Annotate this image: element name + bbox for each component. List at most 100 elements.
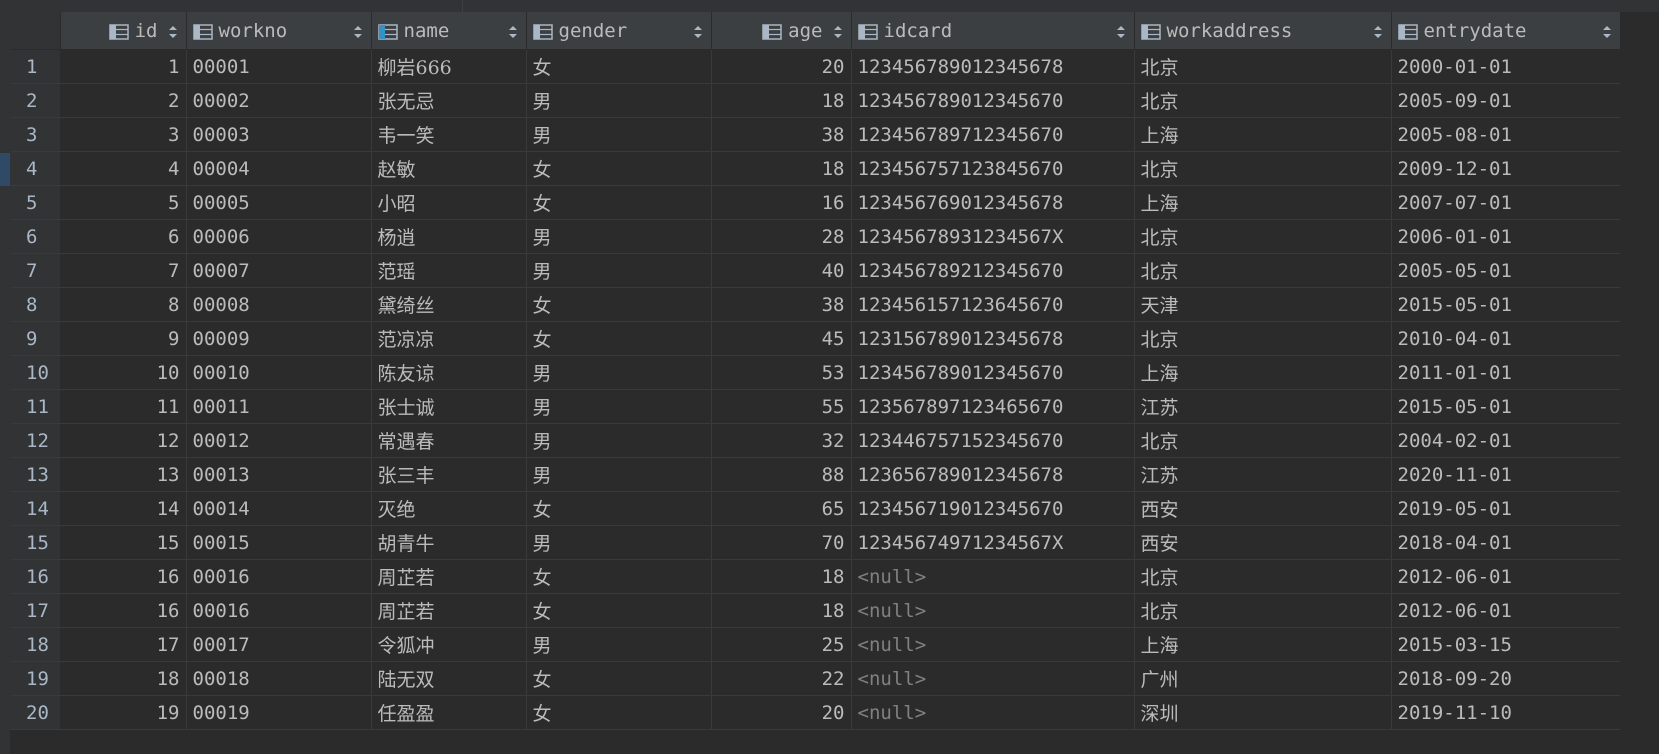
cell-entrydate[interactable]: 2015-05-01 [1391, 287, 1620, 322]
table-row[interactable]: 4 4 00004 赵敏女 18 123456757123845670 北京 2009-12-… [10, 151, 1620, 186]
cell-workaddress[interactable]: 江苏 [1134, 389, 1392, 424]
cell-workaddress[interactable]: 广州 [1134, 661, 1392, 696]
cell-entrydate[interactable]: 2018-09-20 [1391, 661, 1620, 696]
table-row[interactable]: 19 18 00018 陆无双女 22 <null> 广州 2018-09-20 [10, 661, 1620, 696]
cell-idcard[interactable]: 123446757152345670 [851, 423, 1135, 458]
table-row[interactable]: 11 11 00011 张士诚男 55 123567897123465670 江苏 2015-… [10, 389, 1620, 424]
cell-workno[interactable]: 00006 [186, 219, 372, 254]
table-row[interactable]: 16 16 00016 周芷若女 18 <null> 北京 2012-06-01 [10, 559, 1620, 594]
cell-age[interactable]: 16 [711, 185, 852, 220]
cell-name[interactable]: 杨逍 [371, 219, 527, 254]
row-number[interactable]: 13 [10, 457, 61, 492]
cell-id[interactable]: 3 [60, 117, 187, 152]
cell-idcard[interactable]: 123456719012345670 [851, 491, 1135, 526]
column-header-idcard[interactable]: idcard [851, 12, 1135, 50]
cell-entrydate[interactable]: 2005-08-01 [1391, 117, 1620, 152]
sort-icon[interactable] [353, 23, 363, 39]
cell-idcard[interactable]: 12345678931234567X [851, 219, 1135, 254]
cell-workno[interactable]: 00018 [186, 661, 372, 696]
cell-idcard[interactable]: <null> [851, 661, 1135, 696]
cell-name[interactable]: 张无忌 [371, 83, 527, 118]
table-row[interactable]: 9 9 00009 范凉凉女 45 123156789012345678 北京 2010-04… [10, 321, 1620, 356]
table-row[interactable]: 5 5 00005 小昭女 16 123456769012345678 上海 2007-07-… [10, 185, 1620, 220]
cell-name[interactable]: 黛绮丝 [371, 287, 527, 322]
cell-workno[interactable]: 00007 [186, 253, 372, 288]
cell-workno[interactable]: 00014 [186, 491, 372, 526]
cell-age[interactable]: 53 [711, 355, 852, 390]
column-header-entrydate[interactable]: entrydate [1391, 12, 1620, 50]
sort-icon[interactable] [1373, 23, 1383, 39]
cell-id[interactable]: 6 [60, 219, 187, 254]
cell-name[interactable]: 柳岩666 [371, 49, 527, 84]
cell-workno[interactable]: 00017 [186, 627, 372, 662]
cell-workno[interactable]: 00016 [186, 593, 372, 628]
cell-idcard[interactable]: 123456789012345670 [851, 83, 1135, 118]
cell-id[interactable]: 18 [60, 661, 187, 696]
cell-workno[interactable]: 00008 [186, 287, 372, 322]
cell-idcard[interactable]: 12345674971234567X [851, 525, 1135, 560]
row-number[interactable]: 7 [10, 253, 61, 288]
cell-idcard[interactable]: <null> [851, 559, 1135, 594]
cell-age[interactable]: 18 [711, 151, 852, 186]
cell-age[interactable]: 70 [711, 525, 852, 560]
row-number[interactable]: 18 [10, 627, 61, 662]
cell-workaddress[interactable]: 深圳 [1134, 695, 1392, 730]
cell-idcard[interactable]: 123456757123845670 [851, 151, 1135, 186]
row-number[interactable]: 5 [10, 185, 61, 220]
cell-entrydate[interactable]: 2000-01-01 [1391, 49, 1620, 84]
sort-icon[interactable] [1602, 23, 1612, 39]
cell-workaddress[interactable]: 江苏 [1134, 457, 1392, 492]
cell-entrydate[interactable]: 2004-02-01 [1391, 423, 1620, 458]
result-grid[interactable]: id workno name gender age idcard workaddress en… [10, 12, 1620, 754]
cell-age[interactable]: 55 [711, 389, 852, 424]
cell-id[interactable]: 14 [60, 491, 187, 526]
cell-id[interactable]: 12 [60, 423, 187, 458]
sort-icon[interactable] [168, 23, 178, 39]
column-header-name[interactable]: name [371, 12, 527, 50]
table-row[interactable]: 14 14 00014 灭绝女 65 123456719012345670 西安 2019-0… [10, 491, 1620, 526]
cell-id[interactable]: 7 [60, 253, 187, 288]
table-row[interactable]: 15 15 00015 胡青牛男 70 12345674971234567X 西安 2018-… [10, 525, 1620, 560]
row-number[interactable]: 4 [10, 151, 61, 186]
cell-age[interactable]: 65 [711, 491, 852, 526]
cell-workno[interactable]: 00010 [186, 355, 372, 390]
cell-id[interactable]: 1 [60, 49, 187, 84]
table-row[interactable]: 7 7 00007 范瑶男 40 123456789212345670 北京 2005-05-… [10, 253, 1620, 288]
cell-age[interactable]: 18 [711, 83, 852, 118]
table-row[interactable]: 8 8 00008 黛绮丝女 38 123456157123645670 天津 2015-05… [10, 287, 1620, 322]
cell-id[interactable]: 9 [60, 321, 187, 356]
cell-gender[interactable]: 女 [526, 695, 712, 730]
cell-idcard[interactable]: 123456769012345678 [851, 185, 1135, 220]
cell-idcard[interactable]: 123456789012345678 [851, 49, 1135, 84]
cell-workno[interactable]: 00013 [186, 457, 372, 492]
table-row[interactable]: 6 6 00006 杨逍男 28 12345678931234567X 北京 2006-01-… [10, 219, 1620, 254]
cell-gender[interactable]: 女 [526, 661, 712, 696]
cell-workaddress[interactable]: 北京 [1134, 423, 1392, 458]
cell-workaddress[interactable]: 西安 [1134, 491, 1392, 526]
cell-id[interactable]: 16 [60, 559, 187, 594]
cell-workno[interactable]: 00012 [186, 423, 372, 458]
row-number[interactable]: 2 [10, 83, 61, 118]
cell-age[interactable]: 38 [711, 117, 852, 152]
cell-age[interactable]: 20 [711, 49, 852, 84]
cell-name[interactable]: 张三丰 [371, 457, 527, 492]
cell-gender[interactable]: 女 [526, 321, 712, 356]
cell-idcard[interactable]: 123456157123645670 [851, 287, 1135, 322]
cell-name[interactable]: 张士诚 [371, 389, 527, 424]
cell-gender[interactable]: 男 [526, 389, 712, 424]
cell-workno[interactable]: 00001 [186, 49, 372, 84]
cell-idcard[interactable]: <null> [851, 695, 1135, 730]
cell-idcard[interactable]: 123156789012345678 [851, 321, 1135, 356]
cell-idcard[interactable]: <null> [851, 593, 1135, 628]
cell-workaddress[interactable]: 上海 [1134, 117, 1392, 152]
cell-workaddress[interactable]: 北京 [1134, 83, 1392, 118]
cell-name[interactable]: 令狐冲 [371, 627, 527, 662]
cell-gender[interactable]: 男 [526, 117, 712, 152]
cell-id[interactable]: 2 [60, 83, 187, 118]
row-number[interactable]: 16 [10, 559, 61, 594]
table-row[interactable]: 20 19 00019 任盈盈女 20 <null> 深圳 2019-11-10 [10, 695, 1620, 730]
cell-gender[interactable]: 女 [526, 185, 712, 220]
cell-entrydate[interactable]: 2006-01-01 [1391, 219, 1620, 254]
cell-age[interactable]: 18 [711, 559, 852, 594]
cell-id[interactable]: 19 [60, 695, 187, 730]
